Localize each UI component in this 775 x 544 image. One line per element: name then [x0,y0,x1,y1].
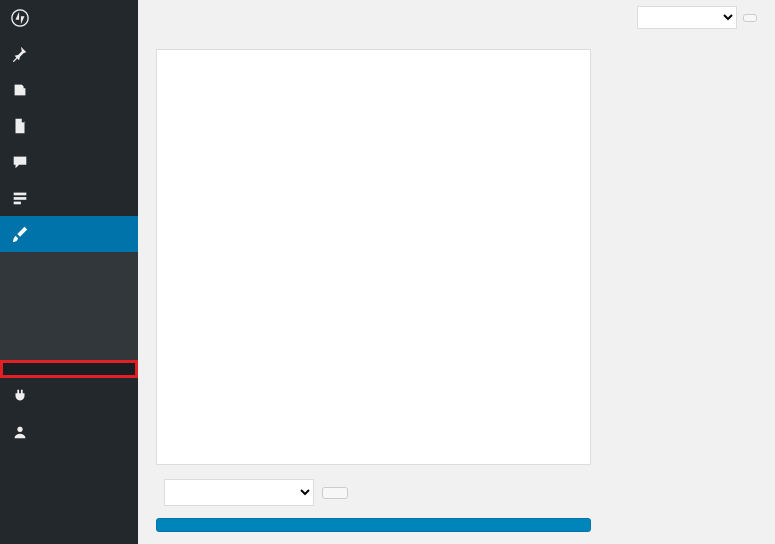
submenu-editor[interactable] [0,360,138,378]
theme-select[interactable] [637,6,737,29]
menu-media[interactable] [0,72,138,108]
update-file-button[interactable] [156,518,591,532]
menu-posts[interactable] [0,36,138,72]
menu-comments[interactable] [0,144,138,180]
pin-icon [10,44,30,64]
comment-icon [10,152,30,172]
select-theme-button[interactable] [743,14,757,22]
submenu-welcome[interactable] [0,336,138,348]
submenu-customize[interactable] [0,264,138,276]
menu-jetpack[interactable] [0,0,138,36]
menu-users[interactable] [0,414,138,450]
submenu-themes[interactable] [0,252,138,264]
admin-sidebar [0,0,138,544]
lookup-button[interactable] [322,487,348,499]
page-icon [10,116,30,136]
menu-appearance[interactable] [0,216,138,252]
brush-icon [10,224,30,244]
plugin-icon [10,386,30,406]
submenu-background[interactable] [0,312,138,324]
main-content [138,0,775,544]
submenu-amp[interactable] [0,348,138,360]
documentation-select[interactable] [164,479,314,506]
submenu-menus[interactable] [0,288,138,300]
submenu-edit-css[interactable] [0,324,138,336]
appearance-submenu [0,252,138,378]
media-icon [10,80,30,100]
submenu-header[interactable] [0,300,138,312]
menu-plugins[interactable] [0,378,138,414]
users-icon [10,422,30,442]
menu-ninja-forms[interactable] [0,180,138,216]
code-editor[interactable] [156,49,591,465]
form-icon [10,188,30,208]
menu-pages[interactable] [0,108,138,144]
submenu-widgets[interactable] [0,276,138,288]
jetpack-icon [10,8,30,28]
